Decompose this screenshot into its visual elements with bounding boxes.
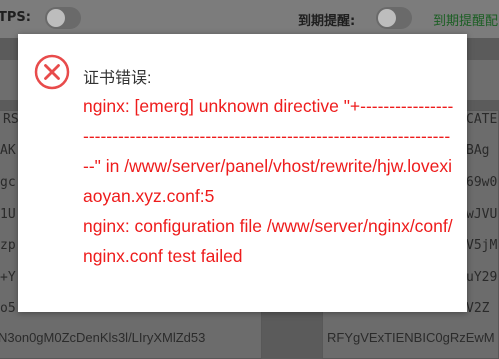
cert-line: CATE	[466, 112, 498, 127]
key-line: +Y	[0, 270, 16, 285]
key-line: o5	[0, 301, 16, 316]
expiry-reminder-config-link[interactable]: 到期提醒配	[433, 10, 498, 29]
cert-bottom-line: RFYgVExTIENBIC0gRzEwM	[327, 330, 495, 345]
expiry-reminder-toggle[interactable]	[376, 7, 412, 29]
cert-line: V5jM	[466, 238, 498, 253]
cert-line: uY29	[466, 270, 498, 285]
error-message: nginx: [emerg] unknown directive "+-----…	[83, 91, 455, 271]
key-line: 1U	[0, 207, 16, 222]
certificate-error-dialog: 证书错误: nginx: [emerg] unknown directive "…	[18, 34, 467, 312]
cert-line: wJVU	[466, 207, 498, 222]
error-x-circle-icon	[34, 54, 70, 90]
cert-line: 69w0	[466, 175, 498, 190]
cert-line: V2Z	[466, 301, 490, 316]
tps-toggle[interactable]	[45, 7, 81, 29]
key-line: RS	[3, 112, 19, 127]
error-message-text: nginx: [emerg] unknown directive "+-----…	[83, 96, 454, 266]
tps-label: TPS:	[0, 10, 31, 25]
key-bottom-line: N3on0gM0ZcDenKls3l/LIryXMlZd53	[0, 330, 206, 345]
key-line: zp	[0, 238, 16, 253]
cert-line: BAg	[466, 143, 490, 158]
dialog-title: 证书错误:	[83, 70, 152, 87]
key-line: AK	[0, 143, 16, 158]
expiry-reminder-label: 到期提醒:	[298, 14, 356, 29]
key-line: gc	[0, 175, 16, 190]
